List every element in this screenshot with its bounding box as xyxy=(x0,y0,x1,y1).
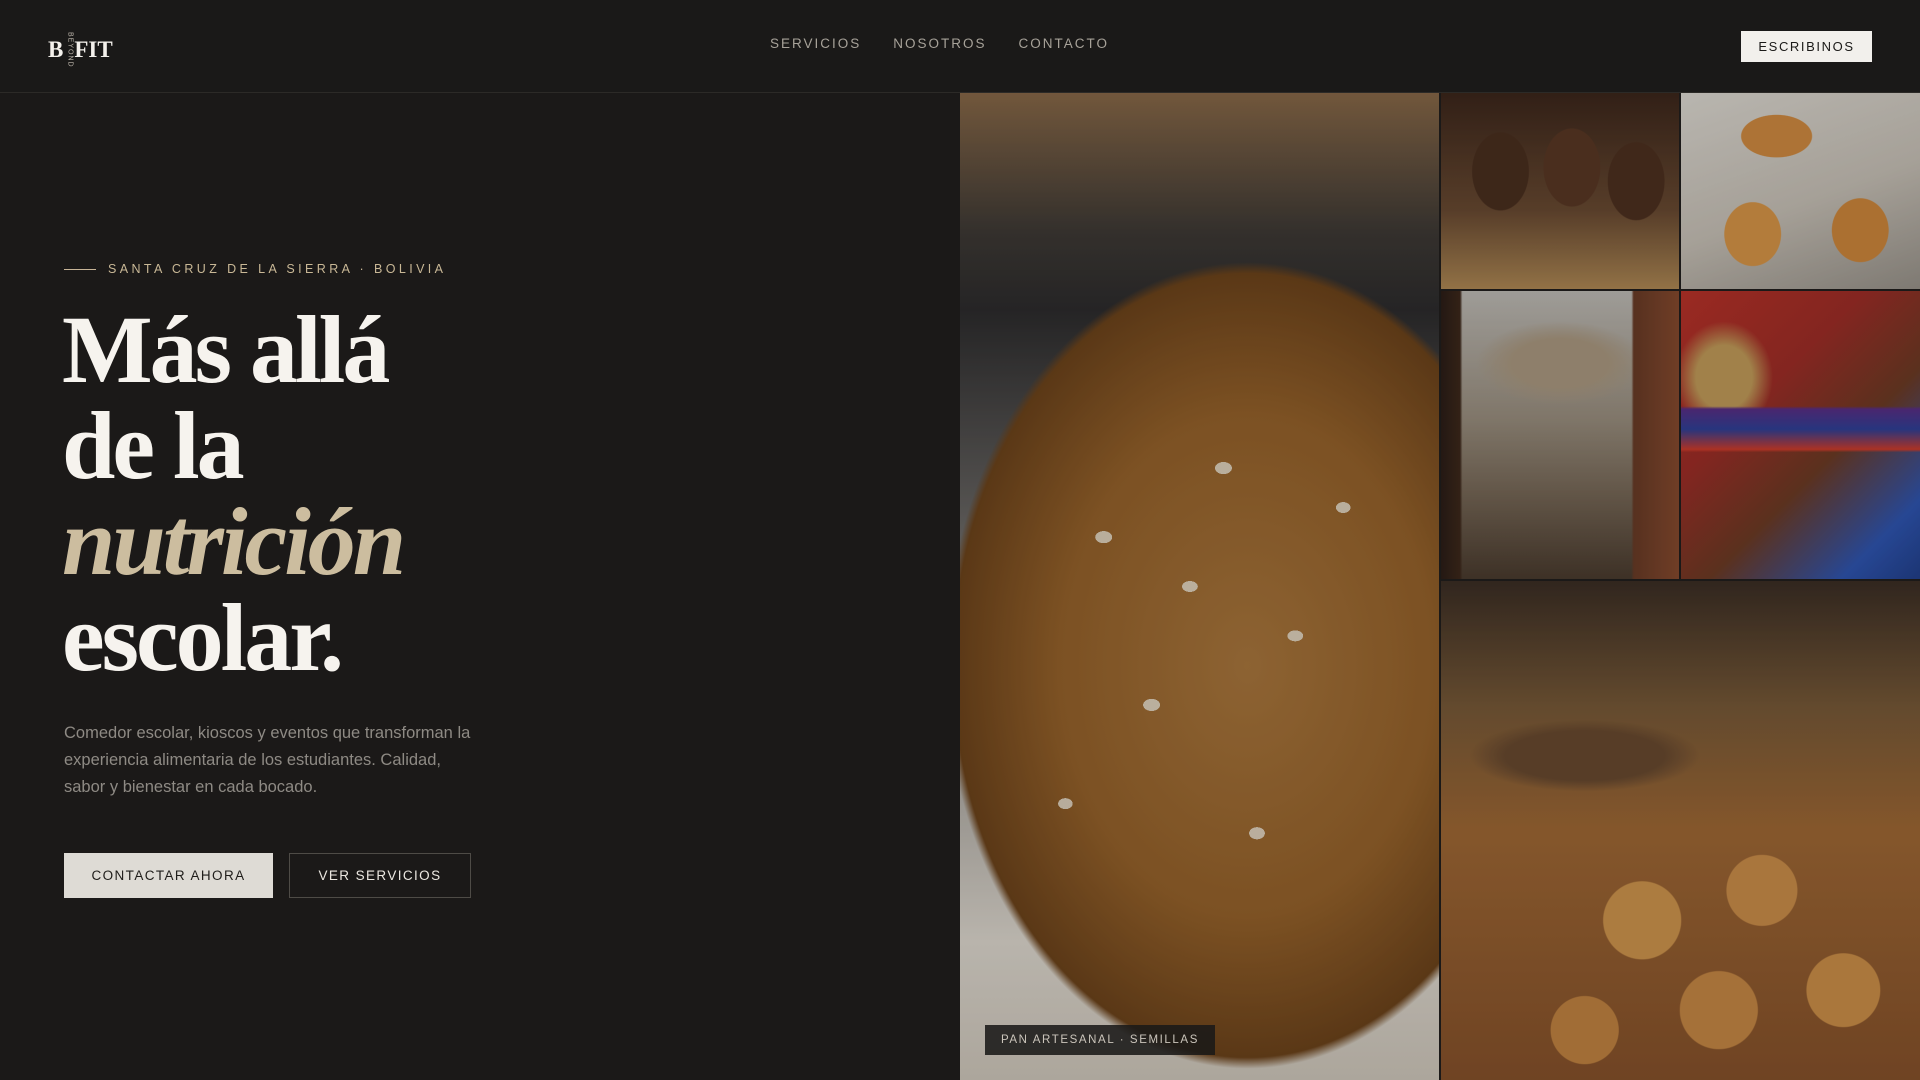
hero-title-accent: nutrición xyxy=(62,488,406,595)
photo-empanadas xyxy=(1681,93,1920,289)
eyebrow-text: SANTA CRUZ DE LA SIERRA · BOLIVIA xyxy=(108,262,447,276)
contactar-ahora-button[interactable]: CONTACTAR AHORA xyxy=(64,853,273,898)
hero-title: Más allá de la nutrición escolar. xyxy=(62,296,406,691)
photo-brownies xyxy=(1441,93,1679,289)
hero-title-line-4: escolar. xyxy=(62,584,344,691)
photo-shade xyxy=(1441,291,1679,579)
hero-description: Comedor escolar, kioscos y eventos que t… xyxy=(64,724,471,796)
hero-title-line-2: de la xyxy=(62,392,245,499)
photo-caption-tag: PAN ARTESANAL · SEMILLAS xyxy=(985,1025,1215,1055)
escribinos-button[interactable]: ESCRIBINOS xyxy=(1741,31,1872,62)
logo-letter-b: B xyxy=(48,37,64,62)
photo-cookies-counter xyxy=(1441,581,1920,1080)
logo-vertical-text: BEYOND xyxy=(66,32,74,68)
main-nav: SERVICIOS NOSOTROS CONTACTO xyxy=(770,36,1109,51)
photo-kiosk-window xyxy=(1441,291,1679,579)
hero-title-line-1: Más allá xyxy=(62,296,390,403)
brand-logo[interactable]: B BEYOND FIT xyxy=(48,30,113,70)
photo-snack-shelf xyxy=(1681,291,1920,579)
photo-shade xyxy=(1441,581,1920,1080)
photo-shade xyxy=(1441,93,1679,289)
photo-artisan-bread: PAN ARTESANAL · SEMILLAS xyxy=(960,93,1439,1080)
logo-word-fit: FIT xyxy=(74,37,113,62)
site-header: B BEYOND FIT SERVICIOS NOSOTROS CONTACTO… xyxy=(0,0,1920,93)
eyebrow-divider xyxy=(64,268,96,270)
photo-shade xyxy=(960,93,1439,1080)
photo-shade xyxy=(1681,291,1920,579)
location-eyebrow: SANTA CRUZ DE LA SIERRA · BOLIVIA xyxy=(64,262,446,276)
nav-link-servicios[interactable]: SERVICIOS xyxy=(770,36,861,51)
nav-link-contacto[interactable]: CONTACTO xyxy=(1019,36,1110,51)
photo-shade xyxy=(1681,93,1920,289)
nav-link-nosotros[interactable]: NOSOTROS xyxy=(893,36,986,51)
ver-servicios-button[interactable]: VER SERVICIOS xyxy=(289,853,471,898)
